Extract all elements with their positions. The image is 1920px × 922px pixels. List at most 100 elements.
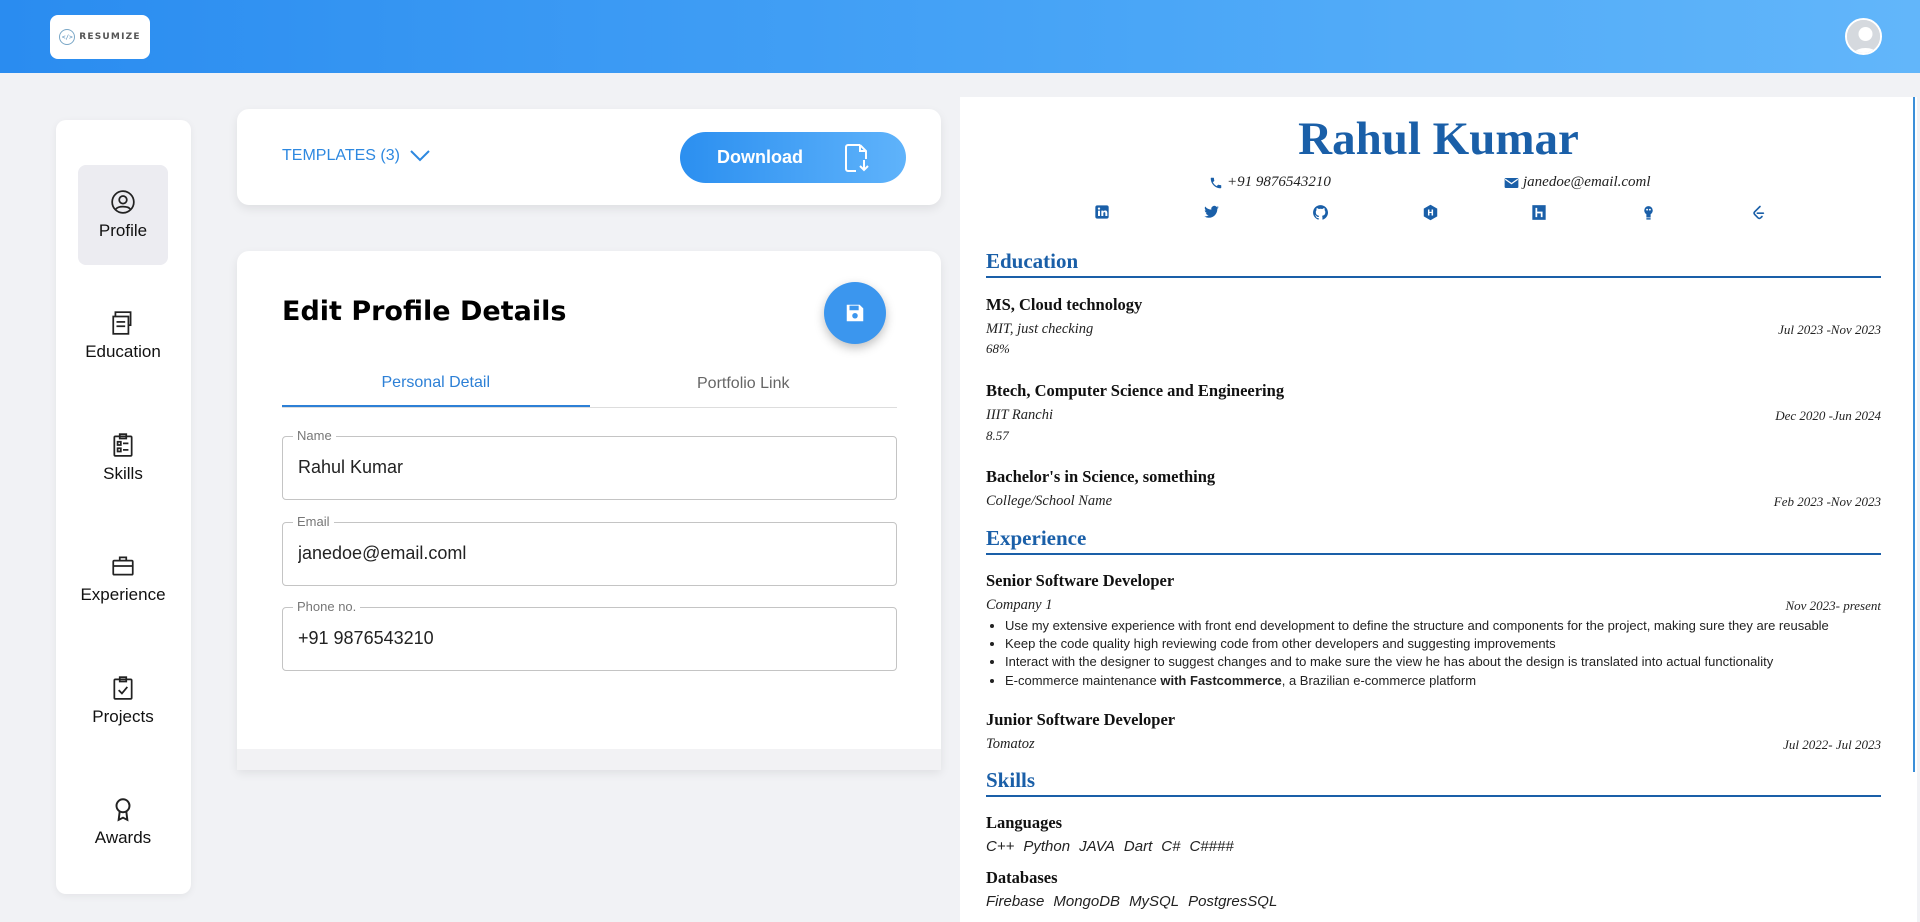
sidebar-item-profile[interactable]: Profile	[78, 165, 168, 265]
skill-list: Firebase MongoDB MySQL PostgresSQL	[986, 893, 1277, 910]
education-school: IIIT Ranchi	[986, 407, 1053, 423]
edit-profile-card: Edit Profile Details Personal Detail Por…	[237, 251, 941, 769]
experience-title: Junior Software Developer	[986, 710, 1176, 729]
codechef-icon[interactable]	[1640, 204, 1657, 221]
sidebar-item-label: Education	[85, 342, 161, 361]
education-dates: Feb 2023 -Nov 2023	[1773, 494, 1881, 509]
resume-section-skills: Skills	[986, 768, 1881, 797]
education-school: MIT, just checking	[986, 321, 1094, 337]
phone-field-label: Phone no.	[293, 599, 361, 614]
leetcode-icon[interactable]	[1750, 204, 1766, 221]
resume-name: Rahul Kumar	[1298, 113, 1579, 165]
download-button[interactable]: Download	[680, 132, 906, 183]
education-dates: Dec 2020 -Jun 2024	[1775, 408, 1881, 423]
skill-list: C++ Python JAVA Dart C# C####	[986, 838, 1234, 855]
skill-item: JAVA	[1079, 838, 1115, 855]
templates-dropdown[interactable]: TEMPLATES (3)	[282, 147, 430, 165]
bullet-text: , a Brazilian e-commerce platform	[1281, 672, 1477, 688]
resume-scrollbar[interactable]	[1913, 97, 1915, 772]
skill-item: C++	[986, 838, 1015, 855]
skill-item: Firebase	[986, 893, 1045, 910]
logo-text: RESUMIZE	[79, 32, 141, 42]
experience-dates: Nov 2023- present	[1785, 598, 1881, 613]
profile-tabs: Personal Detail Portfolio Link	[282, 360, 897, 408]
experience-bullet: E-commerce maintenance with Fastcommerce…	[1005, 672, 1829, 690]
experience-company: Company 1	[986, 597, 1053, 613]
experience-bullet: Use my extensive experience with front e…	[1005, 617, 1829, 635]
app-logo[interactable]: </> RESUMIZE	[50, 15, 150, 59]
mail-icon	[1504, 177, 1519, 188]
sidebar-item-education[interactable]: Education	[78, 286, 168, 386]
resume-preview: Rahul Kumar +91 9876543210 janedoe@email…	[960, 97, 1917, 922]
briefcase-icon	[112, 556, 134, 576]
bullet-text: E-commerce maintenance	[1005, 672, 1161, 688]
hashnode-icon[interactable]: H	[1422, 204, 1439, 221]
tab-portfolio-link[interactable]: Portfolio Link	[590, 360, 898, 407]
sidebar-item-awards[interactable]: Awards	[78, 772, 168, 872]
skill-item: Dart	[1123, 838, 1153, 855]
twitter-icon[interactable]	[1203, 204, 1220, 220]
phone-input[interactable]	[298, 628, 878, 649]
hackerrank-icon[interactable]	[1531, 204, 1547, 221]
user-circle-icon	[111, 190, 135, 214]
sidebar-item-label: Skills	[103, 464, 143, 483]
templates-card: TEMPLATES (3) Download	[237, 109, 941, 205]
skill-item: C#	[1161, 838, 1181, 855]
bullet-bold-text: with Fastcommerce	[1160, 672, 1282, 688]
edit-profile-title: Edit Profile Details	[282, 296, 567, 327]
skill-category: Languages	[986, 813, 1063, 832]
resume-phone: +91 9876543210	[1209, 174, 1331, 191]
sidebar-item-experience[interactable]: Experience	[78, 529, 168, 629]
book-icon	[112, 311, 132, 335]
code-icon: </>	[59, 29, 76, 45]
resume-section-experience: Experience	[986, 526, 1881, 555]
chevron-down-icon	[410, 150, 430, 162]
sidebar-item-skills[interactable]: Skills	[78, 408, 168, 508]
user-icon	[1847, 20, 1880, 53]
edit-card-footer	[237, 749, 941, 770]
email-input[interactable]	[298, 543, 878, 564]
skill-item: MongoDB	[1053, 893, 1121, 910]
clipboard-list-icon	[113, 433, 133, 457]
award-icon	[115, 798, 131, 822]
skill-category: Databases	[986, 868, 1058, 887]
experience-bullet: Keep the code quality high reviewing cod…	[1005, 635, 1829, 653]
save-button[interactable]	[824, 282, 886, 344]
svg-text:H: H	[1427, 209, 1434, 218]
templates-label: TEMPLATES (3)	[282, 147, 400, 164]
education-score: 8.57	[986, 428, 1009, 443]
name-input[interactable]	[298, 457, 878, 478]
sidebar-item-label: Projects	[92, 707, 154, 726]
education-degree: MS, Cloud technology	[986, 295, 1143, 314]
file-download-icon	[845, 143, 869, 172]
experience-company: Tomatoz	[986, 736, 1035, 752]
resume-email: janedoe@email.coml	[1504, 174, 1651, 191]
linkedin-icon[interactable]	[1094, 204, 1110, 220]
resume-email-text: janedoe@email.coml	[1523, 174, 1651, 190]
experience-dates: Jul 2022- Jul 2023	[1783, 737, 1881, 752]
education-degree: Btech, Computer Science and Engineering	[986, 381, 1285, 400]
github-icon[interactable]	[1312, 204, 1329, 221]
skill-item: MySQL	[1129, 893, 1180, 910]
skill-item: C####	[1189, 838, 1234, 855]
education-degree: Bachelor's in Science, something	[986, 467, 1216, 486]
skill-item: Python	[1023, 838, 1071, 855]
sidebar-item-label: Experience	[80, 585, 166, 604]
sidebar: Profile Education Skills Experience Proj…	[56, 120, 191, 894]
top-bar: </> RESUMIZE	[0, 0, 1920, 73]
phone-field: Phone no.	[282, 599, 897, 671]
user-avatar[interactable]	[1845, 18, 1882, 55]
sidebar-item-projects[interactable]: Projects	[78, 651, 168, 751]
resume-phone-text: +91 9876543210	[1227, 174, 1331, 190]
name-field-label: Name	[293, 428, 336, 443]
clipboard-check-icon	[113, 676, 133, 700]
download-label: Download	[717, 147, 803, 167]
education-score: 68%	[986, 341, 1010, 356]
floppy-disk-icon	[846, 304, 864, 322]
experience-bullets: Use my extensive experience with front e…	[1005, 617, 1829, 690]
sidebar-item-label: Profile	[98, 221, 148, 240]
education-school: College/School Name	[986, 493, 1113, 509]
tab-personal-detail[interactable]: Personal Detail	[282, 360, 590, 407]
phone-icon	[1210, 177, 1222, 188]
name-field: Name	[282, 428, 897, 500]
